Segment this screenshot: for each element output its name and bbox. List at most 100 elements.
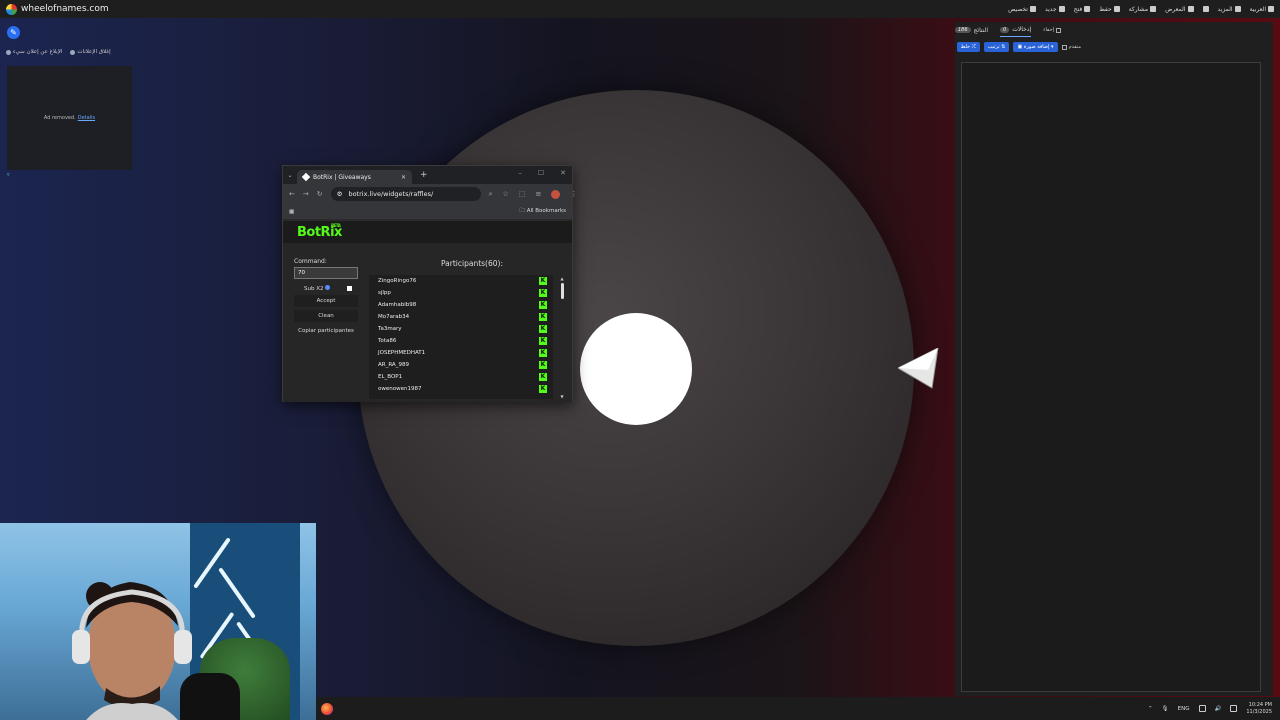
window-controls: – ☐ ✕	[518, 169, 566, 177]
entries-textarea[interactable]	[961, 62, 1261, 692]
tab-entries[interactable]: إدخالات 0	[1000, 23, 1032, 37]
sub-x2-checkbox[interactable]	[347, 286, 352, 291]
site-brand[interactable]: wheelofnames.com	[6, 3, 109, 15]
reload-icon[interactable]: ↻	[317, 190, 323, 198]
streamer-figure	[72, 582, 192, 720]
flag-icon	[6, 49, 11, 55]
command-input[interactable]: 70	[294, 267, 358, 279]
minimize-icon[interactable]: –	[518, 169, 522, 177]
menu-open[interactable]: فتح	[1074, 6, 1091, 13]
tab-title: BotRix | Giveaways	[313, 173, 371, 181]
advanced-toggle[interactable]: متقدم	[1061, 44, 1081, 50]
extensions-icon[interactable]: ⬚	[519, 190, 526, 198]
kick-platform-icon: K	[539, 325, 547, 333]
close-circle-icon	[70, 49, 76, 55]
participants-list[interactable]: ZingoRingo76 Ksjlpp K Adamhabib98 K Mo7arab34…	[369, 275, 553, 399]
clean-button[interactable]: Clean	[294, 310, 358, 322]
participant-row[interactable]: Ta3mary K	[369, 323, 553, 335]
taskbar-clock[interactable]: 10:24 PM 11/3/2025	[1246, 702, 1272, 716]
participant-row[interactable]: AR_RA_989 K	[369, 359, 553, 371]
scroll-up-icon[interactable]: ▲	[559, 276, 565, 282]
menu-new-label: جديد	[1044, 5, 1057, 13]
menu-fullscreen[interactable]	[1202, 6, 1209, 12]
participant-row[interactable]: JOSEPHMEDHAT1 K	[369, 347, 553, 359]
battery-icon[interactable]	[1230, 705, 1238, 712]
all-bookmarks-folder[interactable]: 🗀 All Bookmarks	[519, 207, 566, 216]
profile-avatar[interactable]	[551, 189, 561, 199]
participant-row[interactable]: Mo7arab34 K	[369, 311, 553, 323]
reading-list-icon[interactable]: ≡	[535, 190, 541, 198]
menu-share[interactable]: مشاركة	[1129, 6, 1157, 13]
browser-tab[interactable]: BotRix | Giveaways ✕	[297, 170, 412, 184]
menu-save[interactable]: حفظ	[1099, 6, 1120, 13]
pinned-app-icon[interactable]	[321, 702, 333, 715]
accept-button[interactable]: Accept	[294, 295, 358, 307]
maximize-icon[interactable]: ☐	[538, 169, 544, 177]
menu-gallery[interactable]: المعرض	[1165, 5, 1194, 13]
clock-time: 10:24 PM	[1248, 701, 1272, 708]
tab-close-icon[interactable]: ✕	[401, 174, 406, 181]
copy-participants-button[interactable]: Copiar participantes	[294, 325, 358, 337]
kick-platform-icon: K	[539, 349, 547, 357]
back-icon[interactable]: ←	[289, 190, 295, 198]
ad-details-link[interactable]: Details	[78, 115, 95, 121]
site-settings-icon[interactable]: ⚙	[337, 190, 343, 198]
browser-menu-icon[interactable]: ⋮	[570, 190, 577, 198]
close-ads-link[interactable]: إغلاق الإعلانات	[70, 49, 111, 55]
language-indicator[interactable]: ENG	[1178, 706, 1190, 712]
botrix-logo[interactable]: BotRix BETA	[297, 223, 342, 240]
close-window-icon[interactable]: ✕	[560, 169, 566, 177]
tab-search-chevron-icon[interactable]: ⌄	[283, 172, 297, 179]
tray-chevron-icon[interactable]: ⌃	[1148, 706, 1153, 712]
bookmark-star-icon[interactable]: ☆	[503, 190, 509, 198]
participant-name: sjlpp	[378, 290, 391, 296]
participant-row[interactable]: EL_BOP1 K	[369, 371, 553, 383]
menu-customize[interactable]: تخصيص	[1008, 6, 1036, 13]
entries-panel: إخفاء إدخالات 0 النتائج 186 خلط ⤮ ترتيب ⇅ …	[955, 22, 1273, 696]
advanced-checkbox[interactable]	[1061, 44, 1067, 50]
tab-results[interactable]: النتائج 186	[955, 24, 988, 37]
participants-scrollbar[interactable]: ▲ ▼	[559, 276, 565, 400]
volume-icon[interactable]: 🔊	[1215, 706, 1222, 712]
browser-tabstrip: ⌄ BotRix | Giveaways ✕ + – ☐ ✕	[283, 166, 572, 184]
globe-icon	[1268, 6, 1274, 12]
participant-row[interactable]: Adamhabib98 K	[369, 299, 553, 311]
address-text: botrix.live/widgets/raffles/	[348, 190, 434, 198]
participant-row[interactable]: Tota86 K	[369, 335, 553, 347]
add-image-button[interactable]: ▣ إضافة صورة ▾	[1013, 42, 1058, 52]
ad-placeholder: Ad removed. Details	[7, 66, 132, 170]
participant-row[interactable]: sjlpp K	[369, 287, 553, 299]
wheel-center-hub[interactable]	[580, 313, 692, 425]
edit-pencil-button[interactable]: ✎	[7, 26, 20, 39]
participants-title: Participants(60):	[441, 259, 503, 268]
network-icon[interactable]	[1198, 705, 1206, 712]
command-label: Command:	[294, 258, 327, 265]
menu-language[interactable]: العربية	[1250, 6, 1274, 13]
new-tab-button[interactable]: +	[420, 170, 428, 180]
participant-row[interactable]: owenowen1987 K	[369, 383, 553, 395]
participant-row[interactable]: ZingoRingo76 K	[369, 275, 553, 287]
microphone-icon[interactable]: 🎙	[1162, 706, 1169, 712]
shuffle-button[interactable]: خلط ⤮	[956, 42, 980, 52]
address-bar[interactable]: ⚙ botrix.live/widgets/raffles/	[330, 187, 481, 201]
scroll-down-icon[interactable]: ▼	[559, 394, 565, 400]
hide-toggle[interactable]: إخفاء	[1043, 27, 1062, 33]
webcam-microphone	[180, 673, 240, 720]
sort-button[interactable]: ترتيب ⇅	[983, 42, 1010, 52]
kick-platform-icon: K	[539, 337, 547, 345]
hide-checkbox[interactable]	[1056, 27, 1062, 33]
scroll-thumb[interactable]	[560, 283, 564, 299]
hide-label: إخفاء	[1043, 27, 1055, 33]
participant-name: owenowen1987	[378, 386, 422, 392]
zoom-icon[interactable]: ⌕	[489, 190, 493, 199]
panel-tabs: إخفاء إدخالات 0 النتائج 186	[955, 22, 1273, 38]
kick-platform-icon: K	[539, 361, 547, 369]
menu-gallery-label: المعرض	[1165, 5, 1186, 13]
menu-more[interactable]: المزيد	[1218, 6, 1241, 13]
report-ad-link[interactable]: الإبلاغ عن إعلان سيء	[6, 49, 62, 55]
forward-icon[interactable]: →	[303, 190, 309, 198]
menu-new[interactable]: جديد	[1045, 6, 1065, 13]
webcam-overlay	[0, 523, 316, 720]
apps-grid-icon[interactable]: ▦	[289, 209, 294, 215]
botrix-page: BotRix BETA Command: 70 Sub X2 Accept Cle…	[283, 221, 572, 402]
